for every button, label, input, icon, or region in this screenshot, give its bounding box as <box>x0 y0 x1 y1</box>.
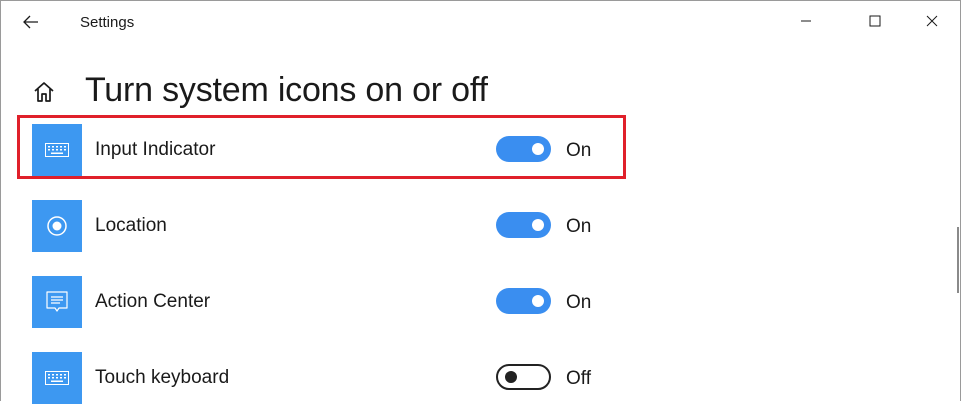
home-icon[interactable] <box>32 80 56 104</box>
toggle-knob <box>532 295 544 307</box>
close-icon <box>926 15 938 27</box>
minimize-icon <box>801 20 811 22</box>
keyboard-icon <box>45 371 69 385</box>
row-icon-tile <box>32 352 82 404</box>
touch-keyboard-toggle[interactable] <box>496 364 551 390</box>
location-icon <box>47 216 67 236</box>
window-title: Settings <box>80 14 135 31</box>
setting-row-action-center: Action Center On <box>32 276 632 328</box>
setting-row-touch-keyboard: Touch keyboard Off <box>32 352 632 404</box>
row-label: Action Center <box>95 291 211 312</box>
toggle-state-text: On <box>566 216 592 237</box>
action-center-icon <box>46 291 68 312</box>
row-label: Location <box>95 215 167 236</box>
toggle-state-text: On <box>566 292 592 313</box>
close-button[interactable] <box>909 1 955 41</box>
toggle-knob <box>505 371 517 383</box>
back-button[interactable] <box>11 7 51 37</box>
location-toggle[interactable] <box>496 212 551 238</box>
back-arrow-icon <box>23 15 38 29</box>
row-label: Touch keyboard <box>95 367 230 388</box>
row-icon-tile <box>32 200 82 252</box>
maximize-button[interactable] <box>852 1 898 41</box>
scrollbar-thumb[interactable] <box>957 227 959 293</box>
minimize-button[interactable] <box>783 1 829 41</box>
settings-window: Settings Turn system icons on or off Inp… <box>0 0 961 404</box>
title-bar: Settings <box>1 1 960 43</box>
maximize-icon <box>869 15 881 27</box>
highlight-box <box>17 115 626 179</box>
setting-row-location: Location On <box>32 200 632 252</box>
action-center-toggle[interactable] <box>496 288 551 314</box>
toggle-knob <box>532 219 544 231</box>
page-title: Turn system icons on or off <box>85 71 488 109</box>
row-icon-tile <box>32 276 82 328</box>
toggle-state-text: Off <box>566 368 591 389</box>
